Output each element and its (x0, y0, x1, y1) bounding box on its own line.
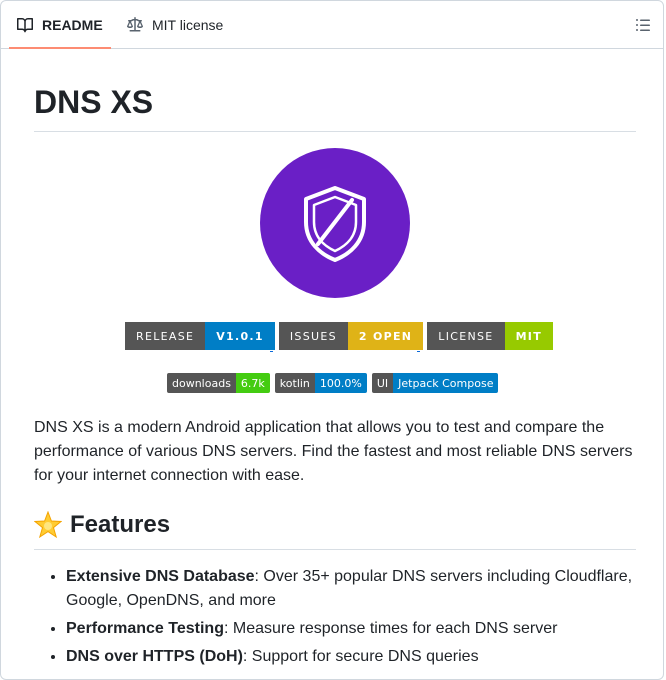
kotlin-badge[interactable]: kotlin 100.0% (274, 373, 367, 393)
ui-badge[interactable]: UI Jetpack Compose (371, 373, 499, 393)
app-logo (260, 148, 410, 298)
badge-value: Jetpack Compose (393, 373, 499, 393)
law-icon (127, 16, 143, 31)
badge-value: 6.7k (235, 373, 270, 393)
tab-readme[interactable]: README (9, 1, 111, 49)
readme-tab-bar: README MIT license (1, 1, 663, 49)
book-icon (17, 17, 33, 32)
features-divider (34, 549, 636, 550)
features-heading: Features (34, 510, 170, 540)
badge-label: ISSUES (278, 322, 348, 350)
link-underline (270, 351, 273, 352)
feature-text: : Measure response times for each DNS se… (223, 620, 558, 637)
issues-badge[interactable]: ISSUES 2 OPEN (278, 322, 424, 350)
badge-value: MIT (504, 322, 554, 350)
star-icon (34, 511, 62, 539)
badge-value: V1.0.1 (205, 322, 275, 350)
link-underline (417, 351, 420, 352)
badge-label: RELEASE (125, 322, 206, 350)
list-unordered-icon[interactable] (635, 17, 651, 33)
badge-value: 2 OPEN (347, 322, 424, 350)
title-divider (34, 131, 636, 132)
feature-text: : Support for secure DNS queries (242, 648, 479, 665)
features-heading-text: Features (70, 511, 171, 538)
downloads-badge[interactable]: downloads 6.7k (167, 373, 270, 393)
release-badge[interactable]: RELEASE V1.0.1 (125, 322, 275, 350)
features-list: Extensive DNS Database: Over 35+ popular… (34, 565, 636, 673)
feature-title: DNS over HTTPS (DoH) (66, 648, 243, 665)
readme-panel: README MIT license DNS XS RELEASE V1.0.1… (0, 0, 664, 680)
badge-label: UI (371, 373, 394, 393)
list-item: DNS over HTTPS (DoH): Support for secure… (66, 645, 636, 669)
feature-title: Performance Testing (66, 620, 224, 637)
tab-readme-label: README (42, 16, 103, 33)
badge-label: kotlin (274, 373, 315, 393)
tab-license[interactable]: MIT license (119, 1, 231, 48)
badge-label: LICENSE (427, 322, 505, 350)
license-badge[interactable]: LICENSE MIT (427, 322, 554, 350)
feature-title: Extensive DNS Database (66, 568, 255, 585)
tab-license-label: MIT license (152, 16, 224, 33)
page-title: DNS XS (34, 84, 154, 120)
app-description: DNS XS is a modern Android application t… (34, 419, 633, 484)
list-item: Extensive DNS Database: Over 35+ popular… (66, 565, 636, 613)
badge-label: downloads (167, 373, 236, 393)
info-badges: downloads 6.7k kotlin 100.0% UI Jetpack … (167, 373, 499, 393)
shield-slash-icon (304, 186, 366, 262)
badge-value: 100.0% (314, 373, 367, 393)
list-item: Performance Testing: Measure response ti… (66, 617, 636, 641)
status-badges: RELEASE V1.0.1 ISSUES 2 OPEN LICENSE MIT (125, 322, 554, 350)
